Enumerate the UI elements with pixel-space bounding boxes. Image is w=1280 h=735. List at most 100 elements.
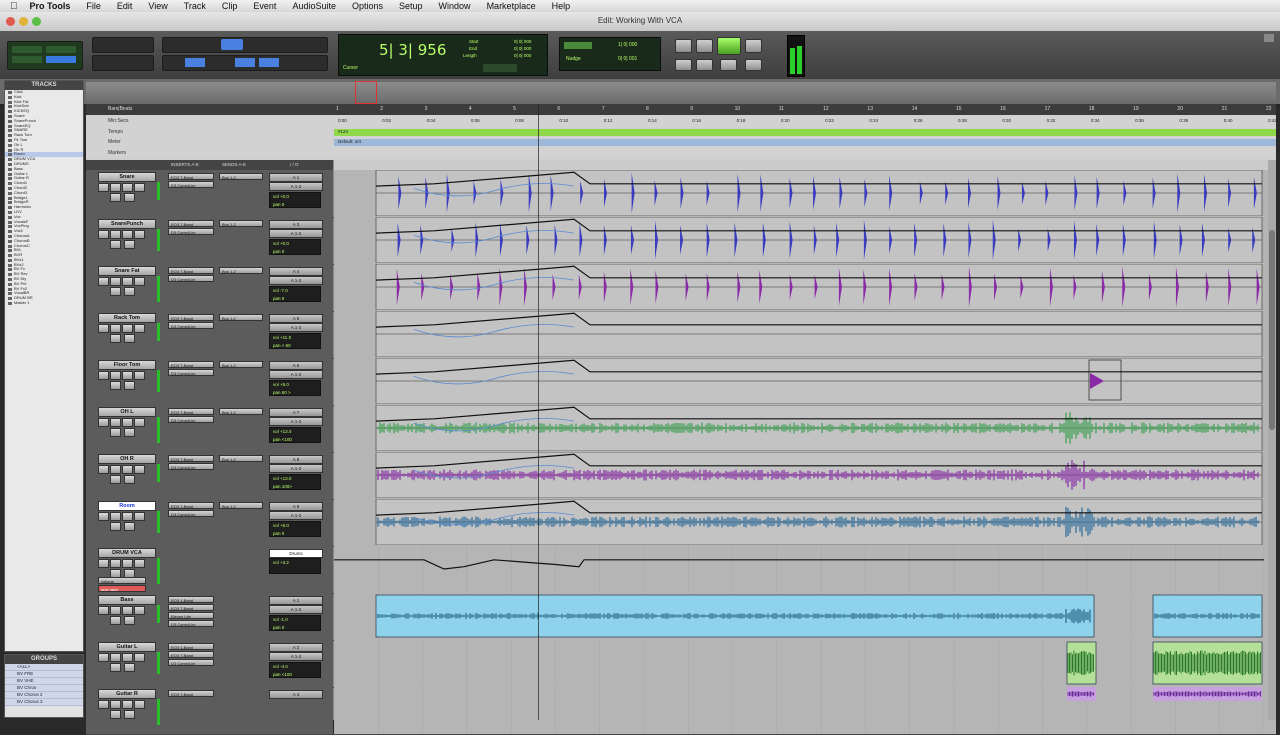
send-slot[interactable]: Bus 1-2: [219, 408, 263, 415]
track-show-icon[interactable]: [8, 158, 12, 162]
insert-slot[interactable]: D3 Comp/Lim: [168, 659, 214, 666]
track-name[interactable]: SnarePunch: [98, 219, 156, 229]
record-enable-button[interactable]: [98, 512, 109, 521]
input-selector[interactable]: A 8: [269, 455, 323, 464]
solo-button[interactable]: [110, 183, 121, 192]
track-show-icon[interactable]: [8, 234, 12, 238]
menu-file[interactable]: File: [86, 1, 101, 11]
track-show-icon[interactable]: [8, 215, 12, 219]
track-name[interactable]: Bass: [98, 595, 156, 605]
track-waveform[interactable]: [334, 593, 1264, 639]
record-enable-button[interactable]: [98, 371, 109, 380]
mute-button[interactable]: [122, 653, 133, 662]
volume-pan-display[interactable]: vol +13.0 pan 100>: [269, 474, 321, 490]
playhead-cursor[interactable]: [538, 104, 539, 720]
output-selector[interactable]: A 1-2: [269, 417, 323, 426]
menu-setup[interactable]: Setup: [399, 1, 423, 11]
record-enable-button[interactable]: [98, 324, 109, 333]
mute-button[interactable]: [122, 465, 133, 474]
insert-slot[interactable]: Eleven Lite: [168, 612, 214, 619]
track-show-icon[interactable]: [8, 143, 12, 147]
dly-indicator[interactable]: [483, 64, 517, 72]
track-waveform[interactable]: [334, 311, 1264, 357]
play-button[interactable]: [717, 37, 741, 55]
vca-view-selector[interactable]: volume: [98, 577, 146, 584]
track-view-selector[interactable]: [110, 428, 121, 437]
record-enable-button[interactable]: [98, 700, 109, 709]
track-playlist[interactable]: [334, 358, 1276, 405]
track-show-icon[interactable]: [8, 119, 12, 123]
fast-forward-button[interactable]: [696, 59, 713, 71]
track-name[interactable]: Room: [98, 501, 156, 511]
input-selector[interactable]: A 2: [269, 643, 323, 652]
track-show-icon[interactable]: [8, 206, 12, 210]
menu-window[interactable]: Window: [439, 1, 471, 11]
track-show-icon[interactable]: [8, 220, 12, 224]
slip-mode[interactable]: [12, 56, 42, 63]
record-enable-button[interactable]: [98, 465, 109, 474]
track-name[interactable]: Snare Fat: [98, 266, 156, 276]
track-name[interactable]: Rack Tom: [98, 313, 156, 323]
group-item[interactable]: BV FRE: [5, 671, 83, 678]
input-selector[interactable]: A 3: [269, 690, 323, 699]
track-show-icon[interactable]: [8, 230, 12, 234]
input-monitor-button[interactable]: [134, 277, 145, 286]
input-selector[interactable]: Drums: [269, 549, 323, 558]
solo-button[interactable]: [110, 559, 121, 568]
record-enable-button[interactable]: [98, 653, 109, 662]
volume-pan-display[interactable]: vol +13.0 pan <100: [269, 427, 321, 443]
link-timeline-icon[interactable]: [185, 58, 205, 67]
track-waveform[interactable]: [334, 640, 1264, 686]
input-monitor-button[interactable]: [134, 324, 145, 333]
insert-slot[interactable]: EQ3 7-Band: [168, 690, 214, 697]
track-show-icon[interactable]: [8, 282, 12, 286]
automation-mode-selector[interactable]: [124, 710, 135, 719]
tempo-ruler[interactable]: Tempo #124: [86, 127, 1276, 137]
volume-pan-display[interactable]: vol +5.0 pan 0: [269, 521, 321, 537]
track-show-icon[interactable]: [8, 273, 12, 277]
track-playlist[interactable]: [334, 217, 1276, 264]
output-selector[interactable]: A 1-2: [269, 276, 323, 285]
track-show-icon[interactable]: [8, 210, 12, 214]
automation-mode-selector[interactable]: [124, 381, 135, 390]
track-view-selector[interactable]: [110, 287, 121, 296]
scrollbar-thumb[interactable]: [1269, 230, 1275, 430]
insert-slot[interactable]: EQ3 7-Band: [168, 361, 214, 368]
output-selector[interactable]: A 1-2: [269, 605, 323, 614]
track-playlist[interactable]: [334, 687, 1276, 734]
solo-button[interactable]: [110, 371, 121, 380]
track-view-selector[interactable]: [110, 663, 121, 672]
track-name[interactable]: OH R: [98, 454, 156, 464]
input-monitor-button[interactable]: [134, 606, 145, 615]
volume-pan-display[interactable]: vol +3.2: [269, 558, 321, 574]
track-view-selector[interactable]: [110, 616, 121, 625]
menu-clip[interactable]: Clip: [222, 1, 238, 11]
bars-ruler[interactable]: Bars|Beats 1 2 3 4 5 6 7 8 9 10 11 12 13 14 15 16 17 18 19…: [86, 104, 1276, 115]
insert-slot[interactable]: EQ3 7-Band: [168, 408, 214, 415]
track-waveform[interactable]: [334, 405, 1264, 451]
minsecs-ruler[interactable]: Min:Secs 0:00 0:02 0:04 0:06 0:08 0:10 0:12 0:1…: [86, 115, 1277, 127]
apple-menu-icon[interactable]: : [10, 1, 18, 12]
insert-slot[interactable]: EQ3 7-Band: [168, 220, 214, 227]
track-name[interactable]: Guitar L: [98, 642, 156, 652]
grid-toggle[interactable]: [564, 42, 592, 49]
output-selector[interactable]: A 1-2: [269, 511, 323, 520]
track-waveform[interactable]: [334, 499, 1264, 545]
stop-button[interactable]: [696, 39, 713, 53]
solo-button[interactable]: [110, 230, 121, 239]
track-show-icon[interactable]: [8, 225, 12, 229]
zoom-presets[interactable]: [92, 55, 154, 71]
output-selector[interactable]: A 1-2: [269, 464, 323, 473]
grid-value[interactable]: 1| 0| 000: [618, 42, 637, 48]
mute-button[interactable]: [122, 183, 133, 192]
solo-button[interactable]: [110, 465, 121, 474]
track-waveform[interactable]: [334, 217, 1264, 263]
mute-button[interactable]: [122, 324, 133, 333]
track-playlist[interactable]: [334, 170, 1276, 217]
vca-automation-mode[interactable]: auto latch: [98, 585, 146, 592]
input-selector[interactable]: A 5: [269, 314, 323, 323]
record-enable-button[interactable]: [98, 418, 109, 427]
volume-pan-display[interactable]: vol -7.0 pan 0: [269, 286, 321, 302]
send-slot[interactable]: Bus 1-2: [219, 361, 263, 368]
track-show-icon[interactable]: [8, 258, 12, 262]
